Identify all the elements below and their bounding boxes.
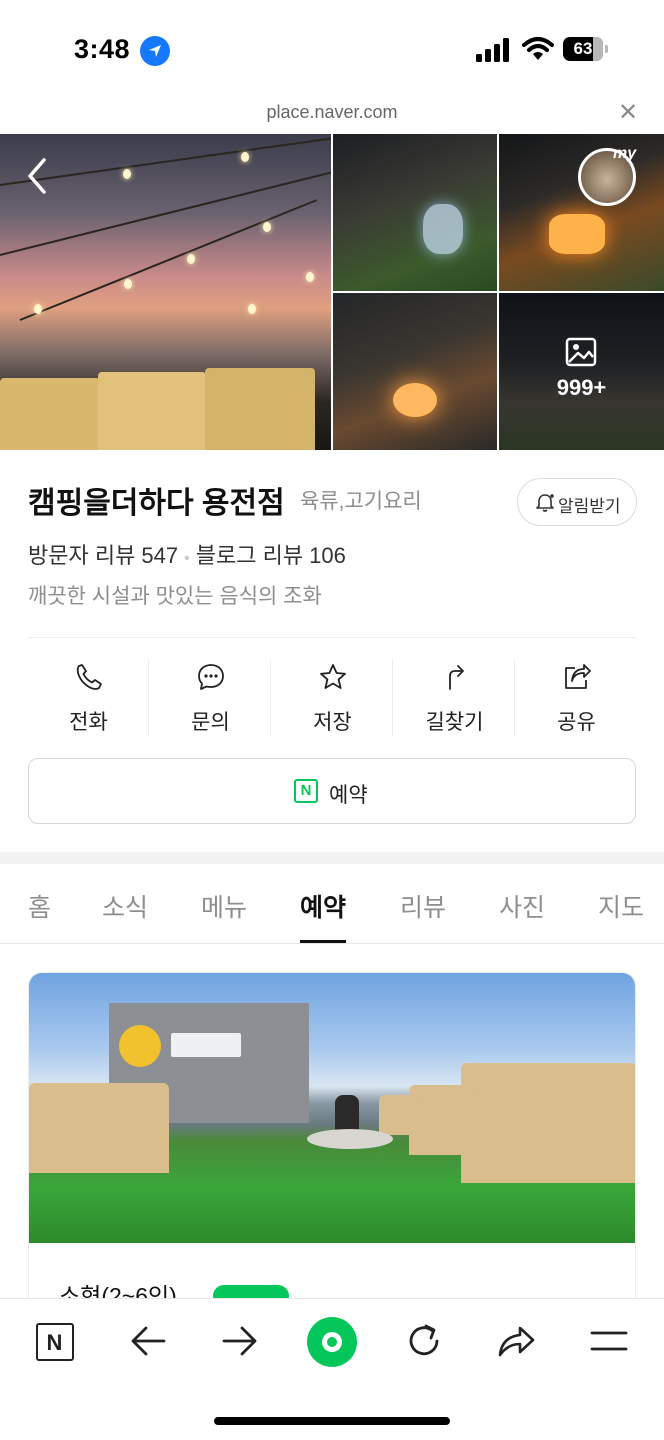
gallery-photo[interactable] <box>333 134 497 291</box>
menu-icon[interactable] <box>590 1329 628 1353</box>
back-icon[interactable] <box>24 156 50 196</box>
naver-home-icon[interactable]: N <box>36 1323 74 1361</box>
refresh-icon[interactable] <box>404 1321 444 1361</box>
status-bar: 3:48 63 <box>0 0 664 100</box>
call-button[interactable]: 전화 <box>28 658 149 738</box>
tab-reviews[interactable]: 리뷰 <box>400 888 446 924</box>
fire-pit-ring <box>307 1129 393 1149</box>
share-button[interactable]: 공유 <box>516 658 637 738</box>
bell-plus-icon <box>536 494 554 512</box>
star-icon <box>320 664 346 689</box>
gallery-photo[interactable] <box>333 293 497 450</box>
building-sign <box>171 1033 241 1057</box>
phone-icon <box>76 664 102 690</box>
place-name: 캠핑을더하다 용전점 <box>28 487 285 520</box>
tab-menu[interactable]: 메뉴 <box>201 888 247 924</box>
smiley-logo <box>119 1025 161 1067</box>
section-divider <box>0 852 664 864</box>
photo-count: 999+ <box>556 375 607 400</box>
battery-icon: 63 <box>563 37 609 61</box>
booking-card-image <box>29 973 635 1243</box>
status-time: 3:48 <box>74 34 131 64</box>
gallery-photo[interactable] <box>499 134 664 291</box>
naver-reserve-icon: N <box>294 779 318 803</box>
my-avatar[interactable]: my <box>578 145 636 206</box>
chat-icon <box>198 664 224 690</box>
share-icon[interactable] <box>496 1323 536 1359</box>
tab-news[interactable]: 소식 <box>102 888 148 924</box>
gallery-more-photo[interactable]: 999+ <box>499 293 664 450</box>
place-description: 깨끗한 시설과 맛있는 음식의 조화 <box>28 585 322 608</box>
battery-level: 63 <box>573 39 593 58</box>
tab-photos[interactable]: 사진 <box>499 888 545 924</box>
main-photo[interactable] <box>0 134 331 450</box>
green-dot-icon[interactable] <box>307 1317 357 1367</box>
blog-reviews[interactable]: 블로그 리뷰 106 <box>196 543 346 568</box>
place-category: 육류,고기요리 <box>300 490 422 513</box>
close-icon[interactable]: ✕ <box>618 98 638 127</box>
alarm-label: 알림받기 <box>558 497 621 516</box>
url-text[interactable]: place.naver.com <box>0 102 664 123</box>
location-icon <box>140 36 170 66</box>
booking-card[interactable]: 소형(2~6인) <box>28 972 636 1332</box>
save-button[interactable]: 저장 <box>272 658 393 738</box>
save-label: 저장 <box>313 711 352 734</box>
url-bar: place.naver.com ✕ <box>0 96 664 134</box>
forward-arrow-icon[interactable] <box>222 1325 258 1357</box>
browser-toolbar: N <box>0 1298 664 1440</box>
action-bar: 전화 문의 저장 길찾기 공유 <box>28 658 636 738</box>
back-arrow-icon[interactable] <box>130 1325 166 1357</box>
tab-map[interactable]: 지도 <box>598 888 644 924</box>
share-label: 공유 <box>557 711 596 734</box>
directions-icon <box>449 665 464 690</box>
share-icon <box>565 664 591 689</box>
directions-label: 길찾기 <box>425 711 484 734</box>
inquiry-button[interactable]: 문의 <box>150 658 271 738</box>
photo-gallery: 999+ <box>0 134 664 450</box>
alarm-button[interactable]: 알림받기 <box>517 478 637 526</box>
call-label: 전화 <box>69 711 108 734</box>
reserve-button[interactable]: N 예약 <box>28 758 636 824</box>
directions-button[interactable]: 길찾기 <box>394 658 515 738</box>
cellular-signal-icon <box>476 38 509 62</box>
home-indicator <box>214 1417 450 1425</box>
visitor-reviews[interactable]: 방문자 리뷰 547 <box>28 543 178 568</box>
active-tab-underline <box>300 940 347 943</box>
tab-bar: 홈 소식 메뉴 예약 리뷰 사진 지도 <box>0 864 664 944</box>
image-icon <box>565 337 597 367</box>
tab-reservation[interactable]: 예약 <box>300 888 347 943</box>
wifi-icon <box>522 37 554 60</box>
review-counts: 방문자 리뷰 547 • 블로그 리뷰 106 <box>28 543 346 568</box>
reserve-label: 예약 <box>329 784 368 807</box>
inquiry-label: 문의 <box>191 711 230 734</box>
tab-home[interactable]: 홈 <box>28 888 51 924</box>
divider <box>28 637 636 638</box>
